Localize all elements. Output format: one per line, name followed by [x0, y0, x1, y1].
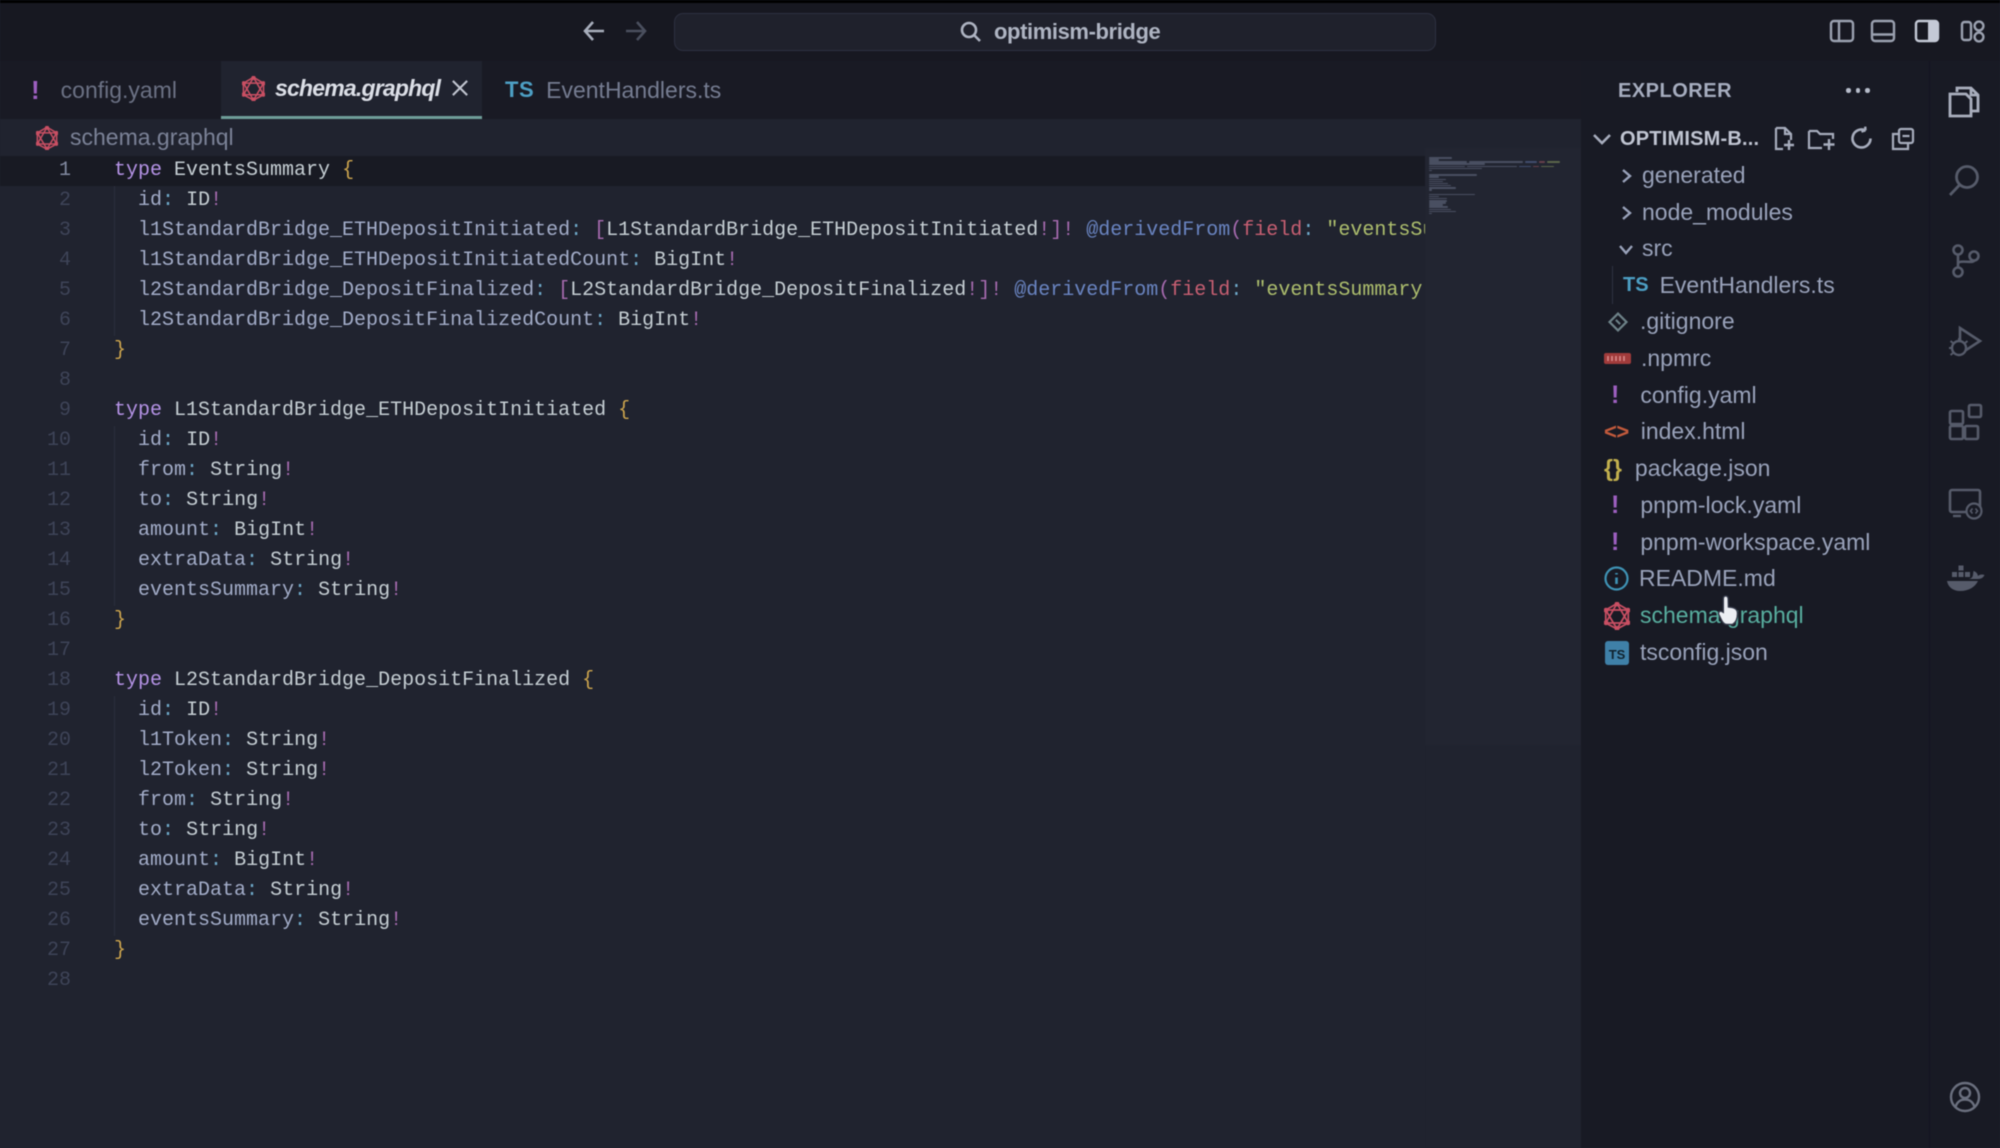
svg-text:TS: TS [1609, 647, 1626, 662]
